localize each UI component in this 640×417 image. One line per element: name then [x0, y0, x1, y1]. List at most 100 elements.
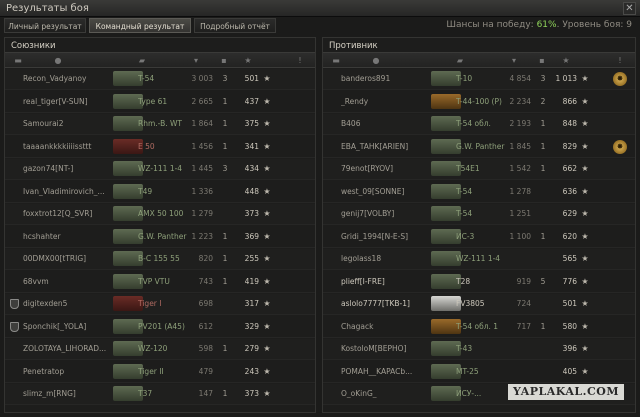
player-name[interactable]: EBA_TAHK[ARIEN] [341, 142, 429, 151]
player-icon[interactable]: ● [53, 56, 63, 65]
damage-value: 1 278 [509, 186, 531, 196]
player-name[interactable]: digitexden5 [23, 299, 111, 308]
xp-icon[interactable]: ★ [243, 56, 253, 65]
xp-value: 373 [244, 389, 259, 398]
damage-value: 717 [516, 321, 531, 331]
table-row[interactable]: ZOLOTAYA_LIHORAD... WZ-120 598 1 279 ★ [5, 339, 315, 360]
medal-icon[interactable]: ✸ [613, 72, 627, 86]
star-icon: ★ [581, 276, 589, 286]
tab-personal-result[interactable]: Личный результат [4, 18, 86, 33]
player-name[interactable]: Gridi_1994[N-E-S] [341, 232, 429, 241]
xp-value: 636 [562, 186, 577, 196]
player-name[interactable]: _Rendy [341, 97, 429, 106]
player-icon[interactable]: ● [371, 56, 381, 65]
medal-icon[interactable]: ✸ [613, 139, 627, 154]
table-row[interactable]: KostoloM[BEPHO] T-43 396 ★ [323, 339, 635, 360]
damage-value: 1 445 [191, 164, 213, 173]
player-name[interactable]: banderos891 [341, 74, 429, 83]
player-name[interactable]: Samourai2 [23, 119, 111, 128]
table-row[interactable]: Sponchik[_YOLA] PV201 (A45) 612 329 ★ [5, 317, 315, 338]
kills-icon[interactable]: ▪ [219, 56, 229, 65]
table-row[interactable]: EBA_TAHK[ARIEN] G.W. Panther 1 845 1 829 ★ ✸ [323, 137, 635, 158]
flag-icon[interactable]: ▬ [331, 56, 341, 65]
damage-value: 1 223 [191, 231, 213, 241]
player-name[interactable]: foxxtrot12[Q_SVR] [23, 209, 111, 218]
kills-value: 1 [540, 164, 546, 173]
clan-badge-icon [10, 321, 19, 332]
player-name[interactable]: aslolo7777[TKB-1] [341, 299, 429, 308]
table-row[interactable]: real_tiger[V-SUN] Type 61 2 665 1 437 ★ [5, 92, 315, 113]
player-name[interactable]: ZOLOTAYA_LIHORAD... [23, 344, 111, 353]
tank-icon[interactable]: ▰ [451, 56, 469, 65]
table-row[interactable]: 00DMX00[tTRIG] B-C 155 55 820 1 255 ★ [5, 249, 315, 270]
player-name[interactable]: 00DMX00[tTRIG] [23, 254, 111, 263]
player-name[interactable]: genij7[VOLBY] [341, 209, 429, 218]
table-row[interactable]: Ivan_Vladimirovich_... T49 1 336 448 ★ [5, 182, 315, 203]
table-row[interactable]: slimz_m[RNG] T37 147 1 373 ★ [5, 384, 315, 405]
kills-icon[interactable]: ▪ [537, 56, 547, 65]
watermark: YAPLAKAL.COM [508, 384, 624, 400]
player-name[interactable]: O_oKinG_ [341, 389, 429, 398]
star-icon: ★ [263, 389, 271, 398]
player-name[interactable]: POMAH__KAPACb... [341, 367, 429, 376]
player-name[interactable]: 68vvm [23, 277, 111, 286]
clan-badge-icon [10, 299, 19, 309]
table-row[interactable]: digitexden5 Tiger I 698 317 ★ [5, 294, 315, 315]
damage-icon[interactable]: ▾ [191, 56, 201, 65]
table-row[interactable]: plieff[I-FRE] T28 919 5 776 ★ [323, 272, 635, 293]
player-name[interactable]: hcshahter [23, 232, 111, 241]
tab-team-result[interactable]: Командный результат [89, 18, 191, 33]
table-row[interactable]: foxxtrot12[Q_SVR] AMX 50 100 1 279 373 ★ [5, 204, 315, 225]
info-icon[interactable]: ! [295, 56, 305, 65]
player-name[interactable]: Ivan_Vladimirovich_... [23, 187, 111, 196]
damage-value: 3 003 [191, 74, 213, 83]
player-name[interactable]: B406 [341, 119, 429, 128]
player-name[interactable]: Chagack [341, 322, 429, 331]
table-row[interactable]: banderos891 T-10 4 854 3 1 013 ★ ✸ [323, 69, 635, 90]
table-row[interactable]: Recon_Vadyanoy T-54 3 003 3 501 ★ [5, 69, 315, 90]
xp-value: 620 [562, 231, 577, 241]
player-name[interactable]: 79enot[RYOV] [341, 164, 429, 173]
player-name[interactable]: Recon_Vadyanoy [23, 74, 111, 83]
damage-value: 612 [198, 321, 213, 331]
player-name[interactable]: real_tiger[V-SUN] [23, 97, 111, 106]
table-row[interactable]: _Rendy T-44-100 (P) 2 234 2 866 ★ [323, 92, 635, 113]
table-row[interactable]: taaaankkkkiiiissttt E 50 1 456 1 341 ★ [5, 137, 315, 158]
table-row[interactable]: Penetratop Tiger II 479 243 ★ [5, 362, 315, 383]
player-name[interactable]: Sponchik[_YOLA] [23, 322, 111, 331]
flag-icon[interactable]: ▬ [13, 56, 23, 65]
table-row[interactable]: Gridi_1994[N-E-S] ИС-3 1 100 1 620 ★ [323, 227, 635, 248]
tank-icon[interactable]: ▰ [133, 56, 151, 65]
table-row[interactable]: legolass18 WZ-111 1-4 565 ★ [323, 249, 635, 270]
player-name[interactable]: KostoloM[BEPHO] [341, 344, 429, 353]
table-row[interactable]: Chagack T-54 обл. 1 717 1 580 ★ [323, 317, 635, 338]
win-chance-percent: 61% [536, 20, 557, 30]
tab-detailed-report[interactable]: Подробный отчёт [194, 18, 276, 33]
player-name[interactable]: gazon74[NT-] [23, 164, 111, 173]
damage-icon[interactable]: ▾ [509, 56, 519, 65]
player-name[interactable]: plieff[I-FRE] [341, 277, 429, 286]
close-icon[interactable]: ✕ [623, 2, 636, 15]
xp-value: 848 [562, 119, 577, 128]
table-row[interactable]: aslolo7777[TKB-1] FV3805 724 501 ★ [323, 294, 635, 315]
player-name[interactable]: taaaankkkkiiiissttt [23, 142, 111, 151]
table-row[interactable]: gazon74[NT-] WZ-111 1-4 1 445 3 434 ★ [5, 159, 315, 180]
table-row[interactable]: B406 T-54 обл. 2 193 1 848 ★ [323, 114, 635, 135]
battle-results-window: Результаты боя ✕ Личный результат Команд… [0, 0, 640, 417]
kills-value: 2 [540, 96, 546, 106]
player-name[interactable]: slimz_m[RNG] [23, 389, 111, 398]
table-row[interactable]: 68vvm TVP VTU 743 1 419 ★ [5, 272, 315, 293]
player-name[interactable]: west_09[SONNE] [341, 187, 429, 196]
player-name[interactable]: Penetratop [23, 367, 111, 376]
table-row[interactable]: 79enot[RYOV] T54E1 1 542 1 662 ★ [323, 159, 635, 180]
xp-value: 1 013 [555, 74, 577, 83]
player-name[interactable]: legolass18 [341, 254, 429, 263]
xp-value: 369 [244, 231, 259, 241]
table-row[interactable]: genij7[VOLBY] T-54 1 251 629 ★ [323, 204, 635, 225]
table-row[interactable]: west_09[SONNE] T-54 1 278 636 ★ [323, 182, 635, 203]
table-row[interactable]: POMAH__KAPACb... MT-25 405 ★ [323, 362, 635, 383]
info-icon[interactable]: ! [615, 56, 625, 65]
table-row[interactable]: Samourai2 Rhm.-B. WT 1 864 1 375 ★ [5, 114, 315, 135]
table-row[interactable]: hcshahter G.W. Panther 1 223 1 369 ★ [5, 227, 315, 248]
xp-icon[interactable]: ★ [561, 56, 571, 65]
